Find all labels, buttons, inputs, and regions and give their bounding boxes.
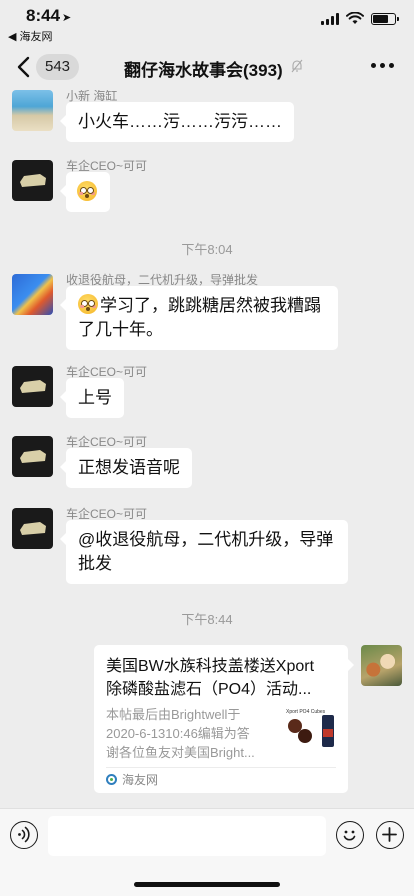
message-text-line: 批发 — [78, 554, 112, 573]
home-indicator — [134, 882, 280, 887]
message-text: 正想发语音呢 — [78, 458, 180, 477]
chat-header: 543 翻仔海水故事会(393) — [0, 44, 414, 90]
link-card-description: 本帖最后由Brightwell于 2020-6-1310:46编辑为答 谢各位鱼友对… — [106, 707, 255, 760]
bell-off-icon — [291, 59, 303, 73]
more-options-button[interactable] — [371, 63, 394, 68]
avatar[interactable] — [12, 274, 53, 315]
message-bubble[interactable] — [60, 172, 110, 212]
my-avatar[interactable] — [361, 645, 402, 686]
link-card-source: 海友网 — [106, 771, 158, 788]
group-title: 翻仔海水故事会(393) — [124, 61, 283, 80]
link-card-thumbnail: Xport PO4 Cubes — [284, 707, 338, 757]
chevron-left-icon[interactable] — [14, 54, 34, 80]
signal-icon — [321, 12, 339, 25]
more-functions-button[interactable] — [376, 821, 404, 849]
source-name: 海友网 — [122, 773, 159, 787]
timestamp-separator: 下午8:44 — [181, 612, 233, 627]
avatar[interactable] — [12, 366, 53, 407]
smiley-icon — [343, 830, 356, 841]
message-text: @收退役航母，二代机升级，导弹 — [78, 530, 334, 549]
avatar[interactable] — [12, 90, 53, 131]
avatar[interactable] — [12, 436, 53, 477]
link-card-title: 美国BW水族科技盖楼送Xport 除磷酸盐滤石（PO4）活动... — [106, 658, 315, 698]
battery-fill — [373, 14, 388, 23]
message-text: 学习了，跳跳糖居然被我糟蹋 — [100, 296, 321, 315]
clock-text: 8:44 — [26, 6, 61, 25]
source-app-icon — [106, 774, 117, 785]
status-bar: 8:44 ➤ ◀ 海友网 — [0, 0, 414, 44]
message-bubble[interactable]: 小火车……污……污污…… — [60, 102, 294, 142]
message-text-line: 了几十年。 — [78, 320, 163, 339]
message-bubble[interactable]: 正想发语音呢 — [60, 448, 192, 488]
message-bubble[interactable]: 学习了，跳跳糖居然被我糟蹋 了几十年。 — [60, 286, 338, 350]
status-icons — [321, 12, 399, 25]
link-card[interactable]: 美国BW水族科技盖楼送Xport 除磷酸盐滤石（PO4）活动... 本帖最后由Br… — [94, 645, 354, 793]
plus-icon — [382, 827, 397, 842]
timestamp-separator: 下午8:04 — [181, 242, 233, 257]
message-bubble[interactable]: @收退役航母，二代机升级，导弹 批发 — [60, 520, 348, 584]
wifi-icon — [346, 12, 364, 24]
battery-icon — [371, 12, 399, 25]
message-list[interactable]: 小新 海缸 小火车……污……污污…… 车企CEO~可可 下午8:04 收退役航母… — [0, 90, 414, 808]
input-bar — [0, 808, 414, 896]
emoji-button[interactable] — [336, 821, 364, 849]
unread-count-badge[interactable]: 543 — [36, 54, 80, 80]
message-text: 小火车……污……污污…… — [78, 112, 282, 131]
avatar[interactable] — [12, 160, 53, 201]
ellipsis-icon — [371, 63, 376, 68]
message-text: 上号 — [78, 388, 112, 407]
message-input[interactable] — [48, 816, 326, 856]
flushed-face-icon — [78, 294, 98, 314]
thumbnail-label: Xport PO4 Cubes — [286, 709, 326, 715]
voice-button[interactable] — [10, 821, 38, 849]
back-to-app-link[interactable]: ◀ 海友网 — [8, 28, 53, 44]
message-bubble[interactable]: 上号 — [60, 378, 124, 418]
flushed-face-icon — [77, 181, 97, 201]
status-time: 8:44 ➤ — [26, 6, 71, 26]
voice-icon — [18, 826, 30, 843]
location-arrow-icon: ➤ — [62, 12, 72, 24]
link-card-divider — [106, 767, 336, 768]
avatar[interactable] — [12, 508, 53, 549]
